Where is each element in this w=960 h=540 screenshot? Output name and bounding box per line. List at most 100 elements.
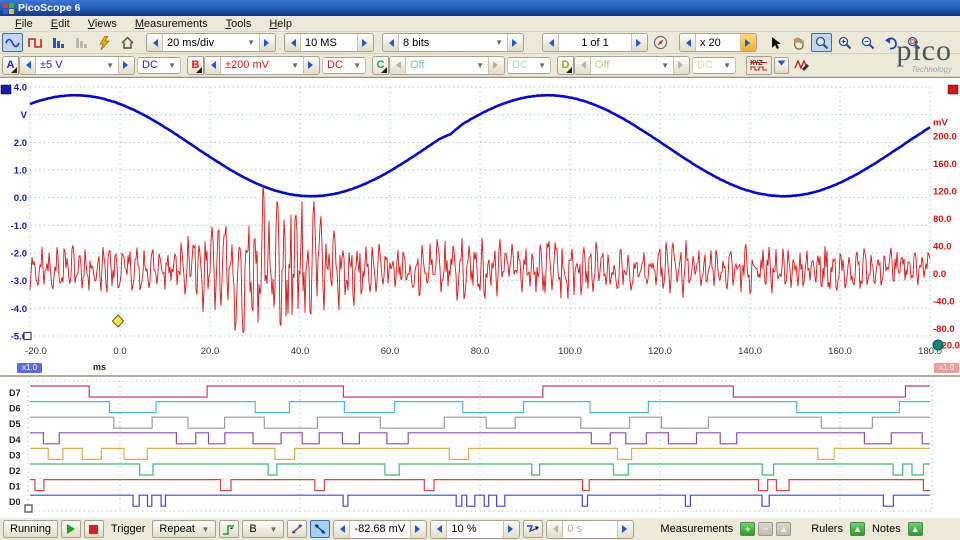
timebase-next-button[interactable] xyxy=(260,34,275,51)
notes-button[interactable]: ▲ xyxy=(908,522,923,536)
samples-prev-button[interactable] xyxy=(285,34,300,51)
segment-next-button[interactable] xyxy=(632,34,647,51)
menu-item-file[interactable]: File xyxy=(6,17,42,31)
channel-d-button[interactable]: D xyxy=(557,56,574,75)
hand-tool-button[interactable] xyxy=(788,33,809,52)
remove-measurement-button[interactable]: − xyxy=(758,522,773,536)
start-button[interactable] xyxy=(61,520,81,538)
zoom-out-button[interactable] xyxy=(857,33,878,52)
persistence-view-button[interactable] xyxy=(25,33,46,52)
menu-item-measurements[interactable]: Measurements xyxy=(126,17,217,31)
running-button[interactable]: Running xyxy=(3,520,58,538)
spectrum-view-button[interactable] xyxy=(48,33,69,52)
zoom-factor-input[interactable]: x 20 xyxy=(695,34,741,51)
add-measurement-button[interactable]: + xyxy=(740,522,755,536)
samples-input[interactable]: 10 MS xyxy=(300,34,358,51)
auto-setup-button[interactable] xyxy=(94,33,115,52)
channel-a-range-next[interactable] xyxy=(119,57,134,74)
pretrigger-down-button[interactable] xyxy=(431,521,446,538)
rulers-button[interactable]: ▲ xyxy=(850,522,865,536)
channel-a-axis-indicator[interactable] xyxy=(1,85,11,94)
channel-d-range-select[interactable]: Off▼ xyxy=(590,57,674,74)
trigger-marker-diamond[interactable] xyxy=(113,315,124,327)
channel-b-coupling-select[interactable]: DC▼ xyxy=(322,57,366,74)
pretrigger-input[interactable]: 10 % xyxy=(446,521,504,538)
digital-view[interactable]: D7D6D5D4D3D2D1D0 xyxy=(0,375,960,517)
channel-b-range-select[interactable]: ±200 mV▼ xyxy=(220,57,304,74)
digital-inputs-dropdown[interactable] xyxy=(774,57,789,74)
digital-origin-handle[interactable] xyxy=(25,505,32,512)
resolution-prev-button[interactable] xyxy=(383,34,398,51)
rulers-label: Rulers xyxy=(807,523,847,535)
digital-inputs-button[interactable]: XYZ xyxy=(746,56,772,75)
axis-origin-handle[interactable] xyxy=(24,333,31,340)
digital-inputs-icon: XYZ xyxy=(750,58,768,72)
channel-b-axis-indicator[interactable] xyxy=(948,85,958,94)
channel-d-coupling-select[interactable]: DC▼ xyxy=(692,57,736,74)
segment-navigator-button[interactable] xyxy=(650,33,671,52)
trigger-level-up-button[interactable] xyxy=(411,521,426,538)
channel-a-range-select[interactable]: ±5 V▼ xyxy=(35,57,119,74)
menu-item-tools[interactable]: Tools xyxy=(217,17,261,31)
channel-d-range-prev[interactable] xyxy=(575,57,590,74)
digital-channel-label-d4: D4 xyxy=(9,435,21,445)
post-trigger-arrow-button[interactable] xyxy=(523,520,543,538)
timebase-prev-button[interactable] xyxy=(147,34,162,51)
menu-item-edit[interactable]: Edit xyxy=(42,17,79,31)
channel-d-range-next[interactable] xyxy=(674,57,689,74)
digital-channel-label-d7: D7 xyxy=(9,388,21,398)
scope-view[interactable]: 4.0V2.01.00.0-1.0-2.0-3.0-4.0-5.0mV200.0… xyxy=(0,77,960,375)
zoom-factor-next-button[interactable] xyxy=(741,34,756,51)
chevron-down-icon: ▼ xyxy=(270,525,278,534)
trigger-level-input[interactable]: -82.68 mV xyxy=(349,521,411,538)
channel-b-range-prev[interactable] xyxy=(205,57,220,74)
pointer-tool-button[interactable] xyxy=(765,33,786,52)
rising-edge-button[interactable] xyxy=(287,520,307,538)
channel-c-button[interactable]: C xyxy=(372,56,389,75)
persistence-spectrum-button[interactable] xyxy=(71,33,92,52)
segment-input[interactable]: 1 of 1 xyxy=(558,34,632,51)
post-trigger-up-button[interactable] xyxy=(618,521,633,538)
post-trigger-input[interactable]: 0 s xyxy=(562,521,618,538)
channel-c-range-next[interactable] xyxy=(489,57,504,74)
pretrigger-up-button[interactable] xyxy=(504,521,519,538)
stop-button[interactable] xyxy=(84,520,104,538)
scope-canvas[interactable]: 4.0V2.01.00.0-1.0-2.0-3.0-4.0-5.0mV200.0… xyxy=(0,78,960,375)
channel-offset-marker[interactable] xyxy=(933,340,943,350)
time-axis-label: 60.0 xyxy=(381,346,400,357)
zoom-in-button[interactable] xyxy=(834,33,855,52)
channel-c-range-prev[interactable] xyxy=(390,57,405,74)
resolution-next-button[interactable] xyxy=(508,34,523,51)
trigger-level-down-button[interactable] xyxy=(334,521,349,538)
edit-measurement-button[interactable]: ▲ xyxy=(776,522,791,536)
channel-c-coupling-select[interactable]: DC▼ xyxy=(507,57,551,74)
resolution-select[interactable]: 8 bits▼ xyxy=(398,34,508,51)
post-trigger-down-button[interactable] xyxy=(547,521,562,538)
zoom-factor-prev-button[interactable] xyxy=(680,34,695,51)
channel-c-range-select[interactable]: Off▼ xyxy=(405,57,489,74)
channel-a-button[interactable]: A xyxy=(2,56,19,75)
zoom-full-button[interactable] xyxy=(903,33,924,52)
segment-prev-button[interactable] xyxy=(543,34,558,51)
samples-next-button[interactable] xyxy=(358,34,373,51)
channel-c-group: C Off▼ DC▼ xyxy=(372,56,551,75)
timebase-select[interactable]: 20 ms/div▼ xyxy=(162,34,260,51)
trigger-mode-select[interactable]: Repeat▼ xyxy=(152,520,216,538)
zoom-tool-button[interactable] xyxy=(811,33,832,52)
trigger-source-value: B xyxy=(249,523,256,535)
scope-view-button[interactable] xyxy=(2,33,23,52)
trigger-source-select[interactable]: B▼ xyxy=(242,520,284,538)
menu-item-help[interactable]: Help xyxy=(260,17,301,31)
digital-canvas[interactable]: D7D6D5D4D3D2D1D0 xyxy=(0,377,960,517)
channel-b-button[interactable]: B xyxy=(187,56,204,75)
advanced-trigger-button[interactable] xyxy=(219,520,239,538)
falling-edge-button[interactable] xyxy=(310,520,330,538)
channel-a-range-prev[interactable] xyxy=(20,57,35,74)
channel-b-range-next[interactable] xyxy=(304,57,319,74)
menu-item-views[interactable]: Views xyxy=(79,17,126,31)
undo-zoom-button[interactable] xyxy=(880,33,901,52)
math-channels-button[interactable] xyxy=(791,56,812,75)
channel-a-coupling-select[interactable]: DC▼ xyxy=(137,57,181,74)
chevron-down-icon: ▼ xyxy=(100,61,114,70)
home-button[interactable] xyxy=(117,33,138,52)
